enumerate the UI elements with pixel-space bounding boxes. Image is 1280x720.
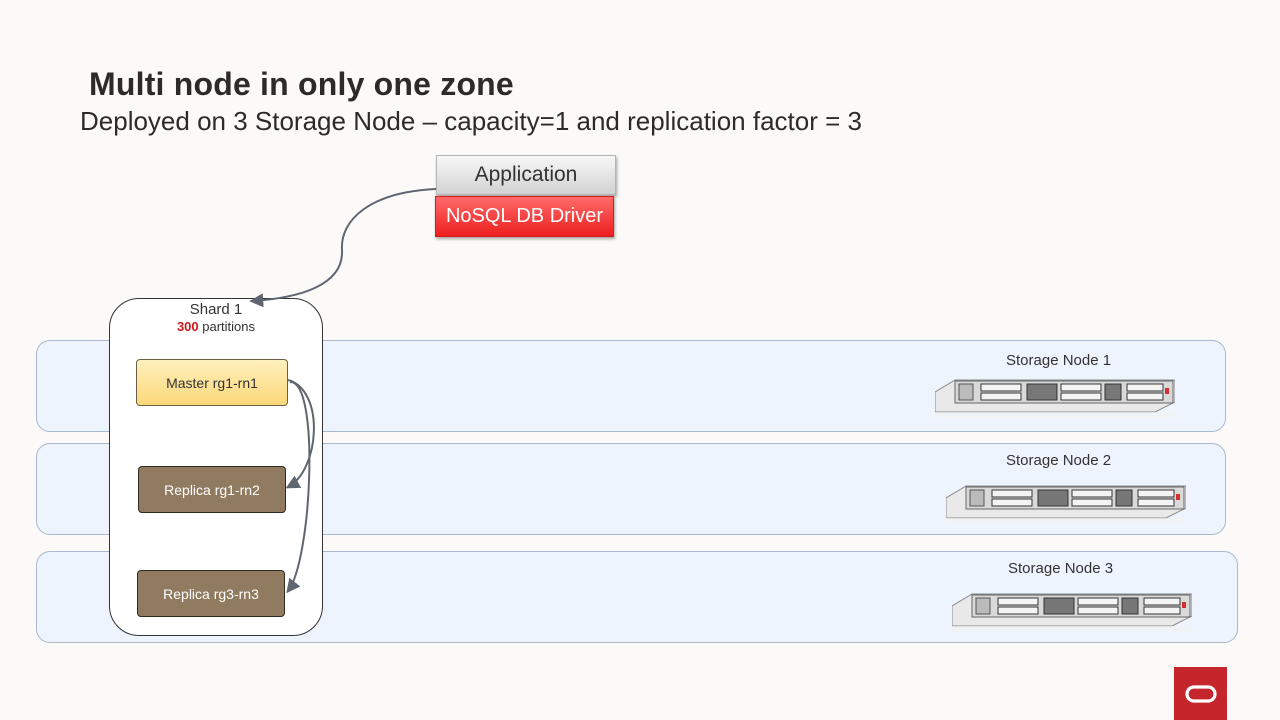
master-to-rn3-arrow — [286, 380, 311, 594]
oracle-logo-icon — [1174, 667, 1227, 720]
driver-to-shard-arrow — [249, 188, 437, 308]
connector-arrows — [249, 188, 437, 594]
